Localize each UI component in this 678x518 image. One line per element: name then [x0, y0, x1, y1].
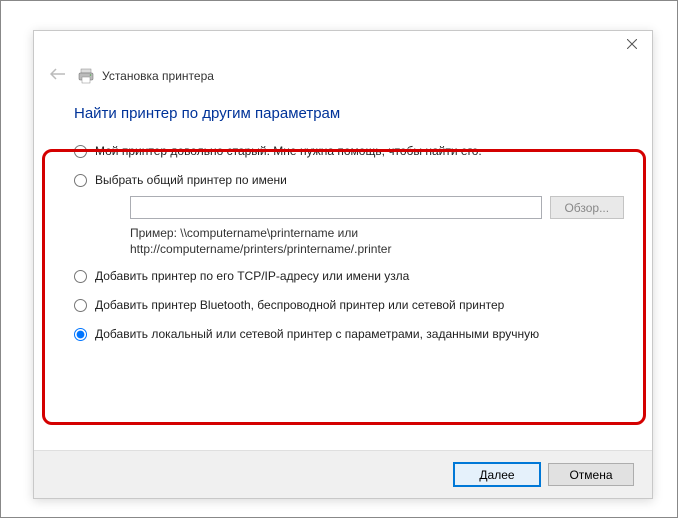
radio-local-manual[interactable]	[74, 328, 87, 341]
option-tcpip[interactable]: Добавить принтер по его TCP/IP-адресу ил…	[74, 269, 624, 284]
cancel-button[interactable]: Отмена	[548, 463, 634, 486]
close-button[interactable]	[618, 35, 646, 55]
option-tcpip-label: Добавить принтер по его TCP/IP-адресу ил…	[95, 269, 409, 284]
shared-printer-subgroup: Обзор... Пример: \\computername\printern…	[130, 196, 624, 257]
option-bluetooth[interactable]: Добавить принтер Bluetooth, беспроводной…	[74, 298, 624, 313]
browse-button[interactable]: Обзор...	[550, 196, 624, 219]
shared-example-line1: Пример: \\computername\printername или	[130, 225, 624, 241]
footer: Далее Отмена	[34, 450, 652, 498]
next-button[interactable]: Далее	[454, 463, 540, 486]
radio-shared-printer[interactable]	[74, 174, 87, 187]
titlebar	[34, 31, 652, 61]
shared-example: Пример: \\computername\printername или h…	[130, 225, 624, 257]
arrow-left-icon	[50, 68, 66, 80]
add-printer-wizard: Установка принтера Найти принтер по друг…	[33, 30, 653, 499]
shared-printer-path-input[interactable]	[130, 196, 542, 219]
printer-icon	[78, 68, 94, 84]
option-shared-printer-label: Выбрать общий принтер по имени	[95, 173, 287, 188]
option-bluetooth-label: Добавить принтер Bluetooth, беспроводной…	[95, 298, 504, 313]
option-local-manual[interactable]: Добавить локальный или сетевой принтер с…	[74, 327, 624, 342]
option-old-printer-label: Мой принтер довольно старый. Мне нужна п…	[95, 144, 482, 159]
close-icon	[627, 39, 637, 49]
options-group: Мой принтер довольно старый. Мне нужна п…	[34, 122, 652, 342]
page-heading: Найти принтер по другим параметрам	[34, 87, 652, 122]
option-old-printer[interactable]: Мой принтер довольно старый. Мне нужна п…	[74, 144, 624, 159]
shared-example-line2: http://computername/printers/printername…	[130, 241, 624, 257]
radio-tcpip[interactable]	[74, 270, 87, 283]
back-button[interactable]	[46, 65, 70, 87]
radio-old-printer[interactable]	[74, 145, 87, 158]
option-shared-printer[interactable]: Выбрать общий принтер по имени	[74, 173, 624, 188]
window-title: Установка принтера	[102, 69, 214, 83]
option-local-manual-label: Добавить локальный или сетевой принтер с…	[95, 327, 539, 342]
header-row: Установка принтера	[34, 61, 652, 87]
radio-bluetooth[interactable]	[74, 299, 87, 312]
